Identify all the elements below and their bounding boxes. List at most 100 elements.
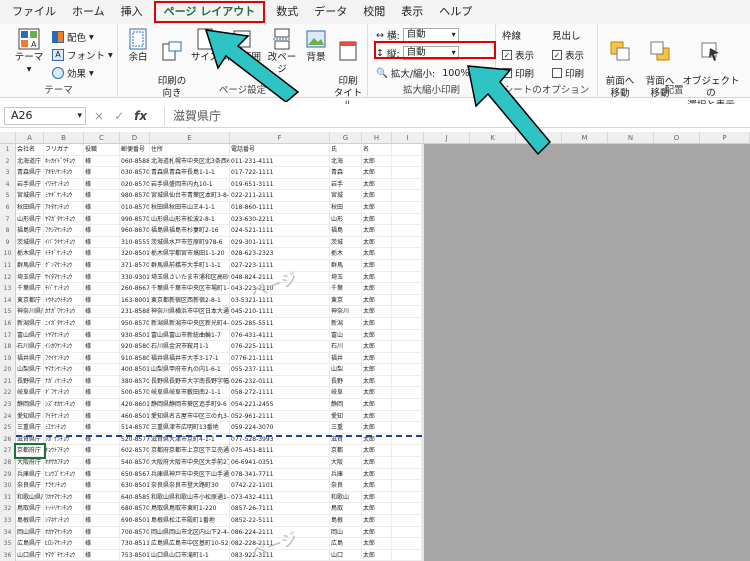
cell[interactable]: ﾅｶﾞﾉｹﾝﾁｮｳ [44,375,84,388]
cell[interactable]: 様 [84,248,120,260]
cell[interactable]: 073-432-4111 [230,491,330,504]
cell[interactable]: 静岡県庁 [16,399,44,411]
cell[interactable]: ﾔﾏｸﾞﾁｹﾝﾁｮｳ [44,549,84,561]
cell[interactable] [392,294,422,307]
cell[interactable] [392,248,422,260]
cell[interactable]: 990-8570 [120,213,150,226]
name-box[interactable]: A26 [4,106,86,125]
cell[interactable]: ｻｲﾀﾏｹﾝﾁｮｳ [44,271,84,284]
cell[interactable]: 太郎 [362,213,392,226]
cell[interactable]: 静岡県静岡市葵区追手町9-6 [150,399,230,411]
cell[interactable]: 新潟県新潟市中央区新光町4-1 [150,317,230,330]
cell[interactable]: 富山 [330,329,362,342]
row-header[interactable]: 8 [0,225,16,237]
cell[interactable]: 052-961-2111 [230,410,330,423]
row-header[interactable]: 20 [0,364,16,376]
cell[interactable]: 様 [84,259,120,272]
cell[interactable]: 460-8501 [120,410,150,423]
cell[interactable]: 様 [84,468,120,481]
cell[interactable] [392,503,422,515]
row-header[interactable]: 2 [0,155,16,168]
cell[interactable]: 0776-21-1111 [230,352,330,365]
cell[interactable]: ﾎｯｶｲﾄﾞｳﾁｮｳ [44,155,84,168]
cell[interactable]: ﾌｸｼﾏｹﾝﾁｮｳ [44,225,84,237]
cell[interactable]: 役職 [84,144,120,156]
row-header[interactable]: 1 [0,144,16,156]
cell[interactable]: 太郎 [362,480,392,492]
cell[interactable]: 960-8670 [120,225,150,237]
cell[interactable]: 福島 [330,225,362,237]
cell[interactable]: 氏 [330,144,362,156]
cell[interactable]: 岐阜県岐阜市薮田南2-1-1 [150,387,230,400]
enter-icon[interactable]: ✓ [114,109,124,123]
cell[interactable]: 03-5321-1111 [230,294,330,307]
cell[interactable]: 群馬県前橋市大手町1-1-1 [150,259,230,272]
column-header[interactable]: M [562,132,608,144]
cell[interactable]: 様 [84,364,120,376]
cell[interactable]: 名 [362,144,392,156]
row-header[interactable]: 27 [0,445,16,458]
cell[interactable] [392,445,422,458]
cell[interactable]: 長野県長野市大字南長野字幅下692-2 [150,375,230,388]
cell[interactable]: 020-8570 [120,178,150,191]
tab-8[interactable]: ヘルプ [431,1,480,23]
cell[interactable]: 様 [84,480,120,492]
column-header[interactable]: H [362,132,392,144]
cell[interactable]: 山形県山形市松波2-8-1 [150,213,230,226]
tab-1[interactable]: ホーム [64,1,113,23]
cell[interactable]: 和歌山県庁 [16,491,44,504]
row-header[interactable]: 6 [0,201,16,214]
cell[interactable]: 011-231-4111 [230,155,330,168]
cell[interactable] [392,515,422,527]
cell[interactable]: 様 [84,445,120,458]
cell[interactable]: 様 [84,167,120,179]
row-header[interactable]: 23 [0,399,16,411]
cell[interactable]: 730-8511 [120,538,150,550]
cell[interactable] [392,422,422,434]
cell[interactable]: 様 [84,549,120,561]
cell[interactable]: ｵｶﾔﾏｹﾝﾁｮｳ [44,526,84,539]
cell[interactable]: 太郎 [362,178,392,191]
cell[interactable]: 様 [84,213,120,226]
cell[interactable]: 602-8570 [120,445,150,458]
cell[interactable]: 大阪 [330,457,362,469]
cell[interactable]: 秋田県秋田市山王4-1-1 [150,201,230,214]
cell[interactable]: 太郎 [362,457,392,469]
cell[interactable]: 753-8501 [120,549,150,561]
cell[interactable]: 様 [84,375,120,388]
cell[interactable]: 三重 [330,422,362,434]
cell[interactable]: 058-272-1111 [230,387,330,400]
row-header[interactable]: 21 [0,375,16,388]
print-titles-button[interactable]: 印刷 タイトル [330,28,366,112]
column-header[interactable]: O [654,132,700,144]
cell[interactable]: 広島 [330,538,362,550]
row-header[interactable]: 19 [0,352,16,365]
cell[interactable]: ｷﾞﾌｹﾝﾁｮｳ [44,387,84,400]
cell[interactable]: 078-341-7711 [230,468,330,481]
row-header[interactable]: 30 [0,480,16,492]
cell[interactable]: 北海道庁 [16,155,44,168]
cell[interactable]: 028-623-2323 [230,248,330,260]
row-header[interactable]: 25 [0,422,16,434]
cell[interactable]: 太郎 [362,259,392,272]
cell[interactable] [392,468,422,481]
cell[interactable]: 東京都新宿区西新宿2-8-1 [150,294,230,307]
tab-7[interactable]: 表示 [393,1,431,23]
tab-0[interactable]: ファイル [4,1,64,23]
cell[interactable]: 太郎 [362,341,392,353]
cell[interactable]: 018-860-1111 [230,201,330,214]
cell[interactable]: 023-630-2211 [230,213,330,226]
cell[interactable]: 山形 [330,213,362,226]
function-icon[interactable]: fx [134,109,147,123]
cell[interactable]: ﾌｸｲｹﾝﾁｮｳ [44,352,84,365]
cell[interactable]: 640-8585 [120,491,150,504]
cell[interactable]: 様 [84,178,120,191]
cell[interactable]: 様 [84,526,120,539]
cell[interactable] [392,201,422,214]
cell[interactable] [392,306,422,318]
cell[interactable]: 様 [84,283,120,295]
cell[interactable]: 630-8501 [120,480,150,492]
selection-pane-button[interactable]: オブジェクトの 選択と表示 [680,28,742,112]
cell[interactable]: 福島県福島市杉妻町2-16 [150,225,230,237]
cell[interactable]: 076-431-4111 [230,329,330,342]
